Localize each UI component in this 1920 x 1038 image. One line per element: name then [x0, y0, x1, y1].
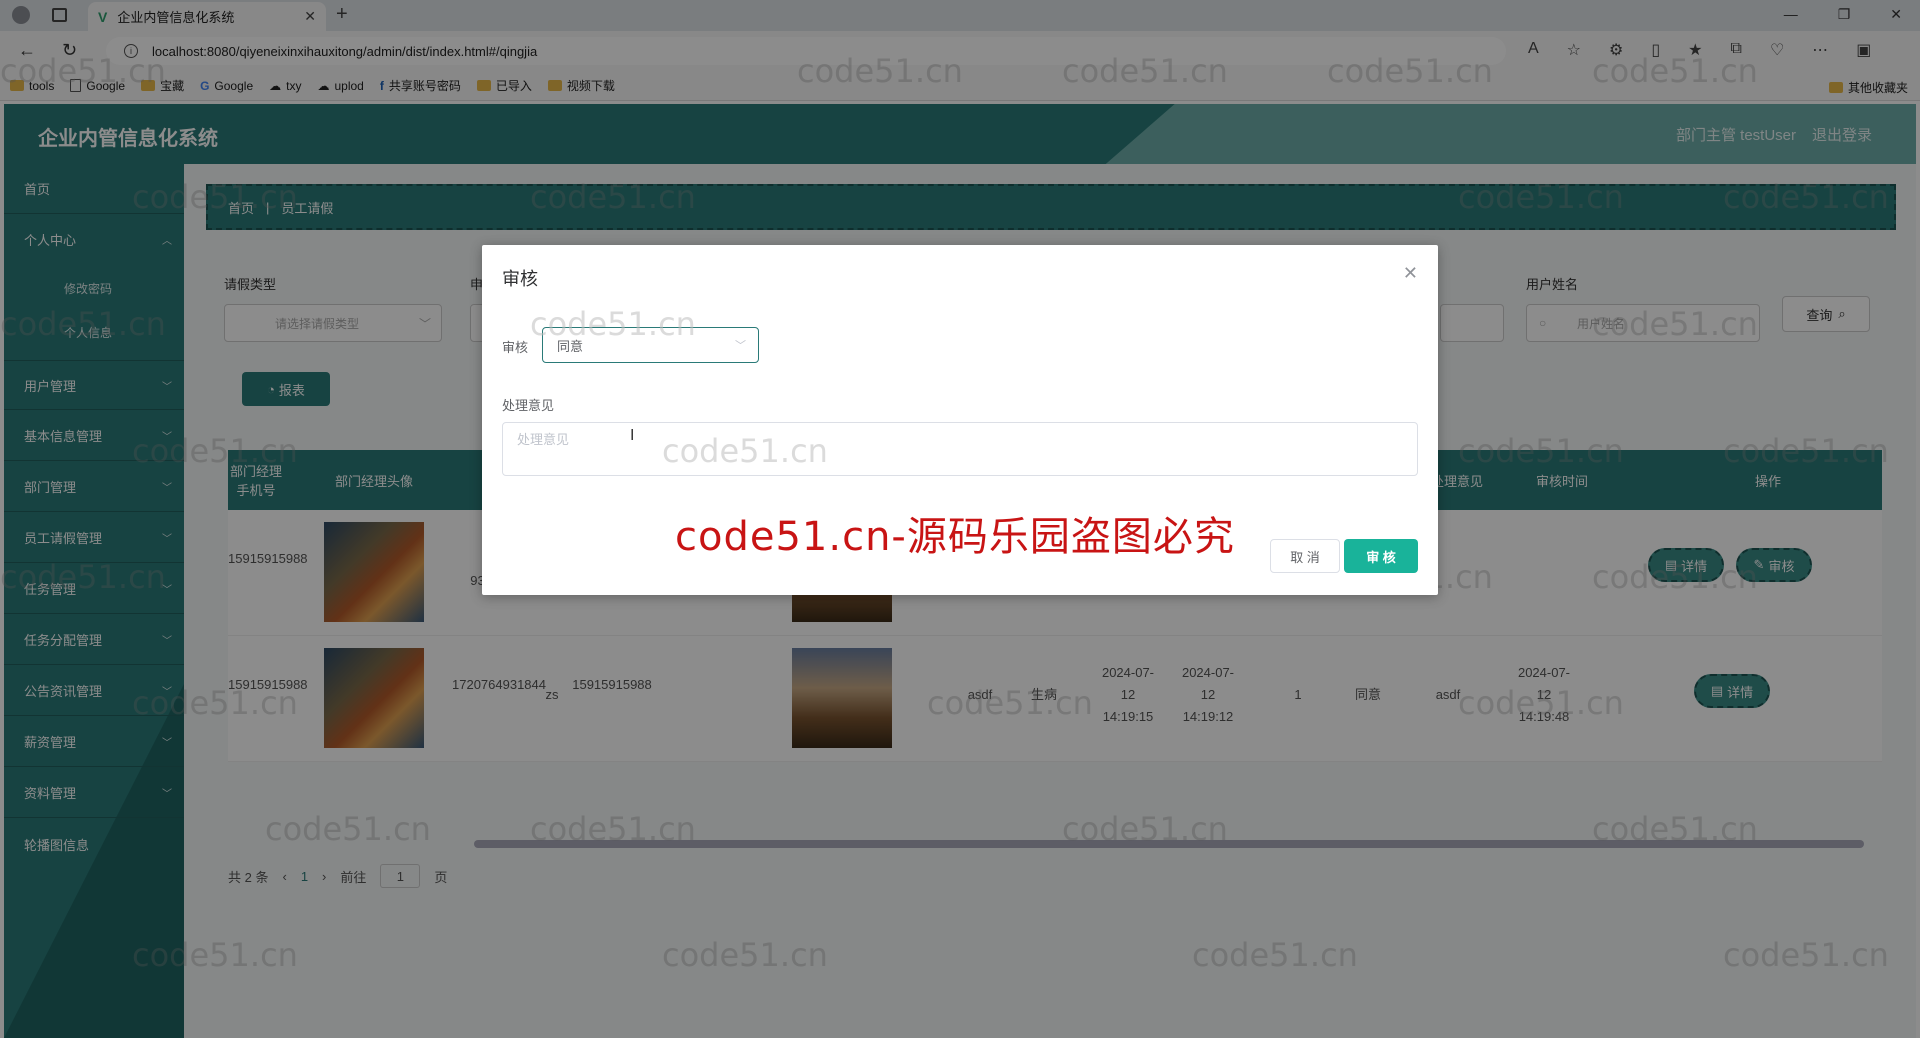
chevron-down-icon: ﹀	[735, 340, 746, 352]
opinion-textarea[interactable]: 处理意见	[502, 422, 1418, 476]
close-icon[interactable]: ✕	[1403, 263, 1418, 284]
cancel-button[interactable]: 取 消	[1270, 539, 1340, 573]
watermark-banner: code51.cn-源码乐园盗图必究	[675, 514, 1235, 560]
confirm-review-button[interactable]: 审 核	[1344, 539, 1418, 573]
opinion-label: 处理意见	[502, 398, 555, 413]
dialog-title: 审核	[502, 269, 538, 289]
review-label: 审核	[502, 340, 529, 355]
review-select[interactable]: 同意 ﹀	[542, 327, 759, 363]
text-cursor-icon: I	[630, 427, 635, 444]
review-select-value: 同意	[557, 338, 584, 354]
